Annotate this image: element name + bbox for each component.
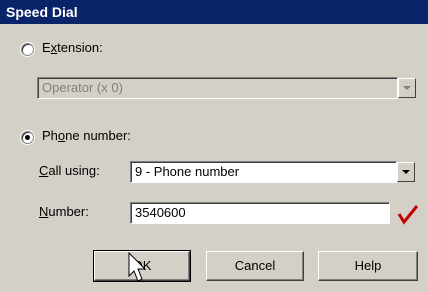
mouse-pointer-icon bbox=[128, 252, 147, 282]
call-using-label: Call using: bbox=[39, 163, 100, 178]
extension-label[interactable]: Extension: bbox=[42, 40, 103, 55]
number-label: Number: bbox=[39, 204, 89, 219]
call-using-dropdown[interactable]: 9 - Phone number bbox=[130, 161, 397, 183]
window-title: Speed Dial bbox=[0, 0, 428, 24]
cancel-button[interactable]: Cancel bbox=[206, 251, 304, 281]
call-using-value: 9 - Phone number bbox=[135, 164, 240, 179]
call-using-dropdown-arrow-icon[interactable] bbox=[397, 162, 415, 182]
help-button[interactable]: Help bbox=[318, 251, 418, 281]
phone-number-label[interactable]: Phone number: bbox=[42, 128, 131, 143]
extension-dropdown-arrow-icon bbox=[398, 78, 416, 98]
phone-number-radio[interactable] bbox=[21, 131, 34, 144]
number-input[interactable]: 3540600 bbox=[130, 202, 390, 224]
extension-dropdown: Operator (x 0) bbox=[37, 77, 398, 99]
validate-check-icon[interactable] bbox=[396, 202, 420, 226]
number-value: 3540600 bbox=[135, 205, 186, 220]
extension-dropdown-value: Operator (x 0) bbox=[42, 80, 123, 95]
extension-radio[interactable] bbox=[21, 43, 34, 56]
